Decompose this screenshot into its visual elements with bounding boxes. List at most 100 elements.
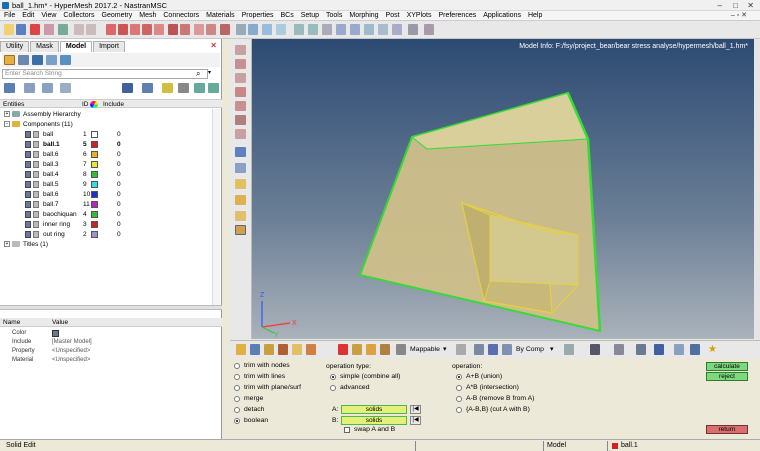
radio-boolean[interactable] [234,418,240,424]
tool-icon-5[interactable] [235,101,246,111]
show-icon[interactable] [122,83,133,93]
close-button[interactable]: ✕ [747,1,754,10]
zoom-in-icon[interactable] [294,24,304,35]
tree-assembly-hierarchy[interactable]: + Assembly Hierarchy [0,110,222,119]
component-color-swatch[interactable] [91,211,98,218]
tab-mask[interactable]: Mask [30,41,59,52]
solids-a-reset-icon[interactable]: |◀ [410,405,421,414]
solids-b-reset-icon[interactable]: |◀ [410,416,421,425]
property-icon[interactable] [180,24,190,35]
color-swatch[interactable] [52,330,59,337]
name-column-header[interactable]: Name [3,319,20,326]
tree-components[interactable]: − Components (11) [0,120,222,129]
tab-import[interactable]: Import [93,41,125,52]
radio-cut[interactable] [456,407,462,413]
tree-scrollbar[interactable] [212,109,220,305]
menu-setup[interactable]: Setup [301,12,319,19]
tool-icon-10[interactable] [235,179,246,189]
collapse-icon[interactable]: − [4,121,10,127]
tool-icon-7[interactable] [235,129,246,139]
mesh-icon[interactable] [474,344,484,355]
component-color-swatch[interactable] [91,221,98,228]
isolate-icon[interactable] [162,83,173,93]
component-color-swatch[interactable] [91,171,98,178]
tool-icon-6[interactable] [235,115,246,125]
maximize-button[interactable]: □ [733,1,738,10]
radio-merge[interactable] [234,396,240,402]
element-display-icon[interactable] [590,344,600,355]
transparency-icon[interactable] [306,344,316,355]
zoom-out-icon[interactable] [308,24,318,35]
tool-icon-8[interactable] [235,147,246,157]
hide-icon[interactable] [142,83,153,93]
shading-icon[interactable] [194,83,205,93]
entities-column-header[interactable]: Entities [3,101,24,108]
mappable-icon[interactable] [396,344,406,355]
minimize-button[interactable]: – [718,1,722,10]
refresh-icon[interactable] [424,24,434,35]
component-color-swatch[interactable] [91,231,98,238]
component-color-swatch[interactable] [91,191,98,198]
delete-icon[interactable] [30,24,40,35]
menu-file[interactable]: File [4,12,15,19]
wireframe-icon[interactable] [208,83,219,93]
component-row[interactable]: out ring 2 0 [0,230,222,240]
menu-preferences[interactable]: Preferences [438,12,476,19]
expand-icon[interactable]: + [4,241,10,247]
screen-icon[interactable] [690,344,700,355]
line-style-icon[interactable] [614,344,624,355]
menu-tools[interactable]: Tools [326,12,342,19]
star-icon[interactable]: ★ [708,344,717,355]
panel-close-icon[interactable]: ✕ [210,41,217,50]
radio-union[interactable] [456,374,462,380]
component-display-icon[interactable] [33,171,39,178]
solid-display-icon[interactable] [654,344,664,355]
geometry-color-icon[interactable] [264,344,274,355]
rotate-icon[interactable] [350,24,360,35]
radio-remove[interactable] [456,396,462,402]
tags-icon[interactable] [366,344,376,355]
system-icon[interactable] [220,24,230,35]
menu-applications[interactable]: Applications [483,12,521,19]
model-geometry[interactable]: Z X Y [252,39,754,339]
swap-checkbox[interactable] [344,427,350,433]
filter-icon[interactable] [60,83,71,93]
component-row[interactable]: ball.3 7 0 [0,160,222,170]
menu-geometry[interactable]: Geometry [102,12,133,19]
line-icon[interactable] [118,24,128,35]
component-color-swatch[interactable] [91,131,98,138]
tool-icon-1[interactable] [235,45,246,55]
tab-model[interactable]: Model [59,41,93,52]
menu-window-controls[interactable]: – ▫ ✕ [731,11,747,19]
by-comp-dropdown[interactable]: By Comp [516,346,544,353]
tree-titles[interactable]: + Titles (1) [0,240,222,249]
value-column-header[interactable]: Value [52,319,68,326]
radio-advanced[interactable] [330,385,336,391]
menu-materials[interactable]: Materials [206,12,234,19]
radio-trim-plane[interactable] [234,385,240,391]
component-row[interactable]: ball.6 10 0 [0,190,222,200]
radio-detach[interactable] [234,407,240,413]
solver-view-icon[interactable] [46,55,57,65]
component-display-icon[interactable] [33,131,39,138]
property-row-material[interactable]: Material <Unspecified> [0,356,222,365]
component-row[interactable]: ball.1 5 0 [0,140,222,150]
component-color-swatch[interactable] [91,151,98,158]
import-icon[interactable] [58,24,68,35]
node-icon[interactable] [106,24,116,35]
menu-bcs[interactable]: BCs [280,12,293,19]
solid-icon[interactable] [142,24,152,35]
solid-surface-top[interactable] [410,92,589,150]
calculate-button[interactable]: calculate [706,362,748,371]
menu-properties[interactable]: Properties [242,12,274,19]
component-row[interactable]: ball.5 9 0 [0,180,222,190]
shape-icon[interactable] [456,344,466,355]
menu-morphing[interactable]: Morphing [349,12,378,19]
component-row[interactable]: ball.6 6 0 [0,150,222,160]
include-column-header[interactable]: Include [103,101,124,108]
panel-splitter[interactable] [0,305,222,310]
by-comp-icon[interactable] [502,344,512,355]
fit-icon[interactable] [322,24,332,35]
spin-icon[interactable] [364,24,374,35]
tool-icon-9[interactable] [235,163,246,173]
